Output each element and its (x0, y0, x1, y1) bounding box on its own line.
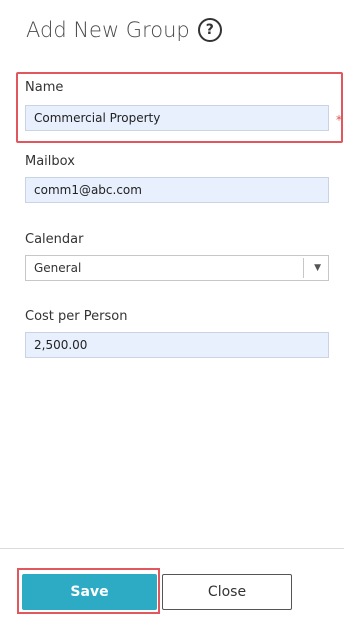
required-marker: * (336, 113, 342, 127)
mailbox-label: Mailbox (25, 154, 75, 169)
footer-divider (0, 548, 344, 549)
select-divider (303, 258, 304, 278)
chevron-down-icon[interactable]: ▼ (314, 256, 321, 280)
calendar-label: Calendar (25, 232, 84, 247)
cost-per-person-input[interactable]: 2,500.00 (25, 332, 329, 358)
close-button[interactable]: Close (162, 574, 292, 610)
cost-label: Cost per Person (25, 309, 128, 324)
page-title-text: Add New Group (26, 18, 190, 42)
help-icon[interactable]: ? (197, 18, 222, 42)
name-label: Name (25, 80, 64, 95)
calendar-select-value: General (34, 261, 82, 275)
mailbox-input[interactable]: comm1@abc.com (25, 177, 329, 203)
save-button[interactable]: Save (22, 574, 157, 610)
name-input[interactable]: Commercial Property (25, 105, 329, 131)
page-title: Add New Group ? (26, 18, 222, 42)
calendar-select[interactable]: General ▼ (25, 255, 329, 281)
